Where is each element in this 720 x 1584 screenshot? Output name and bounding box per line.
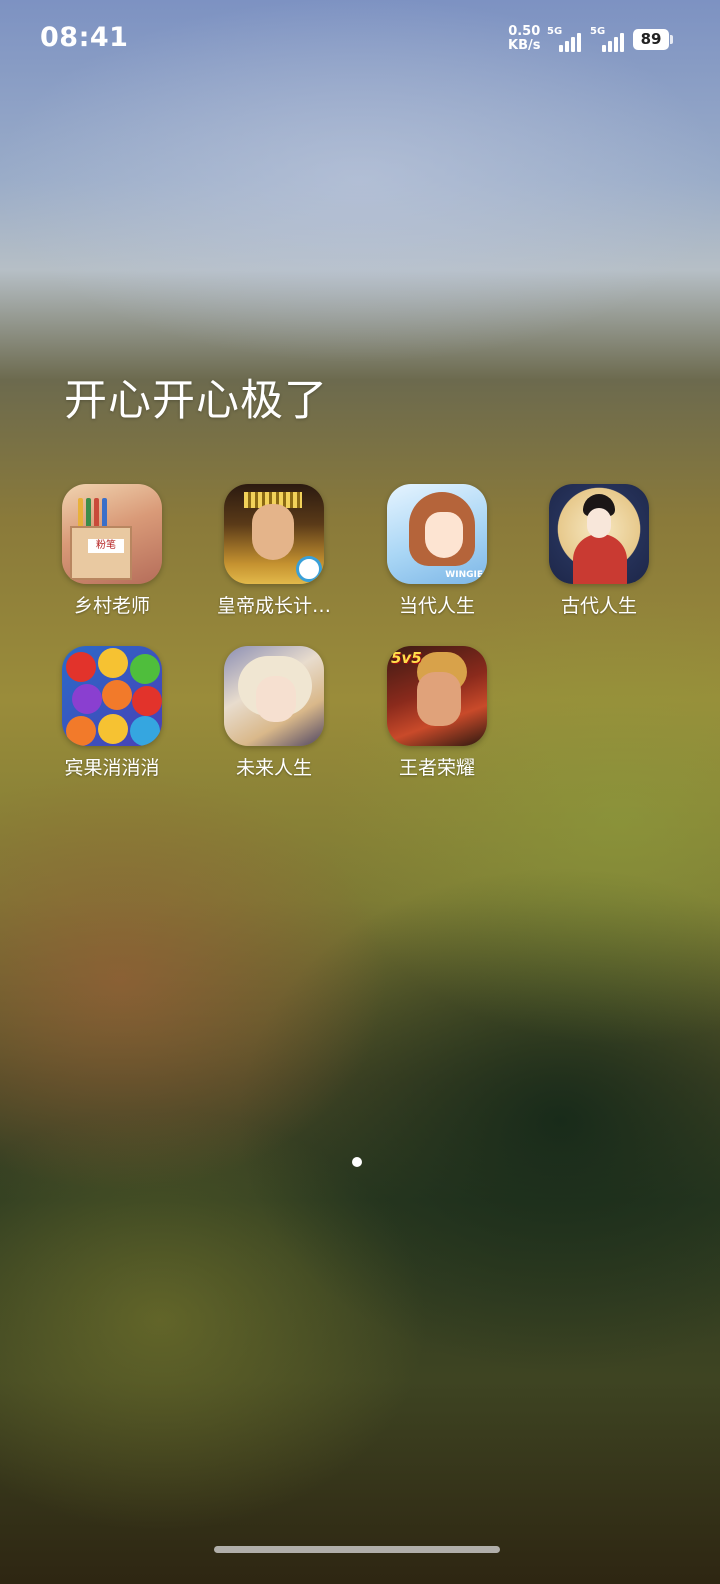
app-label: 古代人生 xyxy=(560,595,637,617)
app-ancient-life[interactable]: 古代人生 xyxy=(524,484,674,618)
candy-match-game-icon xyxy=(62,646,162,746)
future-life-game-icon xyxy=(224,646,324,746)
ancient-life-game-icon xyxy=(549,484,649,584)
app-modern-life[interactable]: WINGIE 当代人生 xyxy=(362,484,512,618)
teacher-game-icon: 粉笔 xyxy=(62,484,162,584)
modern-life-game-icon: WINGIE xyxy=(387,484,487,584)
app-label: 皇帝成长计… xyxy=(216,595,331,617)
app-rural-teacher[interactable]: 粉笔 乡村老师 xyxy=(37,484,187,618)
app-future-life[interactable]: 未来人生 xyxy=(199,646,349,780)
app-label: 宾果消消消 xyxy=(64,757,160,779)
app-honor-of-kings[interactable]: 5v5 王者荣耀 xyxy=(362,646,512,780)
icon-brand-text: WINGIE xyxy=(445,570,483,580)
app-label: 未来人生 xyxy=(235,757,312,779)
app-label: 乡村老师 xyxy=(73,595,150,617)
app-emperor-growth[interactable]: 皇帝成长计… xyxy=(199,484,349,618)
app-label: 当代人生 xyxy=(398,595,475,617)
folder-app-grid: 粉笔 乡村老师 皇帝成长计… WINGIE 当代人生 古代人生 宾果消消消 未来… xyxy=(0,0,720,800)
page-indicator-dot xyxy=(352,1157,362,1167)
app-bingo-match[interactable]: 宾果消消消 xyxy=(37,646,187,780)
icon-mode-text: 5v5 xyxy=(391,649,422,667)
emperor-game-icon xyxy=(224,484,324,584)
app-label: 王者荣耀 xyxy=(398,757,475,779)
honor-of-kings-icon: 5v5 xyxy=(387,646,487,746)
chalk-box-label: 粉笔 xyxy=(88,539,124,553)
cloud-game-badge-icon xyxy=(296,556,322,582)
home-indicator-bar[interactable] xyxy=(214,1546,500,1553)
